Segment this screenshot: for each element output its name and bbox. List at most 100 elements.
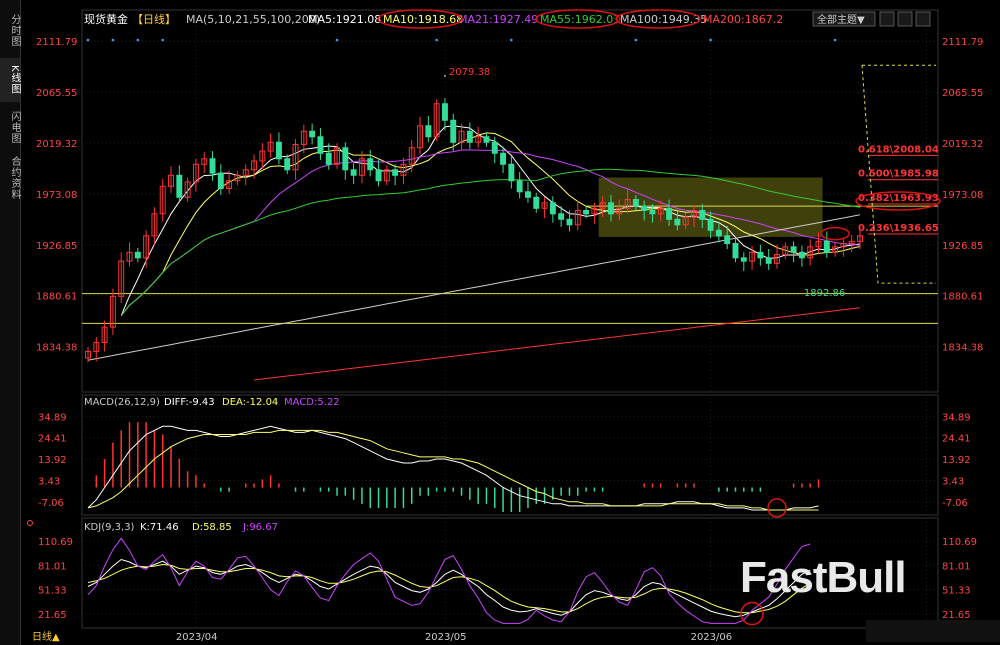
candle-body [790, 246, 797, 253]
candle-body [342, 147, 349, 171]
candle-body [217, 172, 224, 189]
macd-dea: DEA:-12.04 [222, 397, 278, 408]
date-tick: 2023/06 [691, 632, 733, 643]
candle-body [392, 169, 399, 176]
candle-body [466, 130, 473, 143]
signal-dot [136, 38, 140, 42]
candle-body [608, 202, 614, 215]
candle-body [566, 218, 573, 226]
signal-dot [709, 38, 712, 42]
macd-tick-left: 24.41 [38, 434, 67, 445]
ma-label: MA(5,10,21,55,100,200) [186, 13, 320, 26]
price-tick-right: 1880.61 [942, 292, 983, 303]
candle-body [317, 136, 324, 154]
kdj-tick-right: 81.01 [942, 561, 971, 572]
candle-body [641, 205, 648, 212]
maximize-button[interactable] [897, 11, 913, 27]
candle-body [583, 210, 590, 215]
high-label: 2079.38 [449, 67, 490, 78]
date-tick: 2023/05 [425, 632, 467, 643]
price-highlight [820, 226, 850, 241]
macd-tick-right: 34.89 [942, 412, 971, 423]
kdj-tick-left: 51.33 [38, 586, 67, 597]
ma10-value: MA10:1918.68 [383, 13, 463, 26]
price-tick-left: 1973.08 [36, 190, 77, 201]
kdj-tick-right: 51.33 [942, 586, 971, 597]
price-tick-right: 2111.79 [942, 37, 983, 48]
signal-dot [833, 38, 837, 42]
candle-body [176, 174, 183, 198]
kdj-d: D:58.85 [192, 522, 232, 533]
price-tick-left: 1926.85 [36, 241, 77, 252]
ma5-value: MA5:1921.08 [308, 13, 381, 26]
price-tick-left: 2019.32 [36, 139, 77, 150]
theme-button-label: 全部主题▼ [817, 13, 865, 26]
fib-label: 0.236\1936.65 [858, 223, 939, 234]
period-switch[interactable]: 日线▲ [32, 630, 60, 643]
candle-body [632, 198, 639, 207]
candle-body [350, 169, 357, 176]
kdj-label: KDJ(9,3,3) [84, 522, 135, 533]
ma21-value: MA21:1927.49 [458, 13, 538, 26]
candle-body [425, 125, 432, 138]
watermark-logo: FastBull [740, 553, 907, 602]
candle-body [516, 180, 523, 193]
candle-body [699, 210, 706, 220]
macd-tick-right: 13.92 [942, 455, 971, 466]
candle-body [765, 257, 772, 264]
candle-body [549, 202, 556, 215]
chart-canvas[interactable]: 2111.79 2111.79 2065.55 2065.55 2019.32 2019.… [0, 0, 1000, 645]
price-tick-left: 2111.79 [36, 37, 77, 48]
candle-body [666, 207, 673, 220]
signal-dot [161, 38, 165, 42]
kdj-tick-right: 110.69 [942, 537, 977, 548]
candle-body [483, 136, 490, 143]
kdj-highlight [740, 601, 764, 626]
macd-tick-left: -7.06 [38, 498, 64, 509]
signal-dot [634, 38, 638, 42]
price-tick-right: 1926.85 [942, 241, 983, 252]
price-tick-right: 1973.08 [942, 190, 983, 201]
price-tick-left: 2065.55 [36, 88, 77, 99]
macd-tick-left: 34.89 [38, 412, 67, 423]
candle-body [508, 163, 515, 182]
period-label: 【日线】 [132, 12, 176, 26]
candle-body [309, 130, 316, 138]
price-tick-right: 1834.38 [942, 343, 983, 354]
macd-tick-right: -7.06 [942, 498, 968, 509]
candle-body [740, 257, 747, 262]
minimize-button[interactable] [879, 11, 895, 27]
kdj-indicator-dot [27, 520, 33, 526]
candle-body [715, 229, 722, 237]
candle-body [757, 251, 764, 259]
macd-tick-left: 3.43 [38, 477, 60, 488]
signal-dot [435, 38, 438, 42]
macd-panel-frame [81, 394, 939, 516]
price-tick-left: 1834.38 [36, 343, 77, 354]
candle-body [450, 119, 457, 143]
candle-body [674, 218, 681, 226]
signal-dot [111, 38, 115, 42]
macd-highlight [767, 498, 787, 518]
price-tick-right: 2019.32 [942, 139, 983, 150]
candle-body [500, 152, 507, 165]
ma200-value: MA200:1867.2 [703, 13, 783, 26]
candle-body [823, 240, 830, 253]
grid-lines [82, 10, 938, 628]
candle-body [724, 235, 731, 245]
candle-body [325, 152, 332, 165]
kdj-tick-left: 81.01 [38, 561, 67, 572]
macd-label: MACD(26,12,9) [84, 397, 160, 408]
kdj-tick-left: 21.65 [38, 610, 67, 621]
ma55-value: MA55:1962.01 [540, 13, 620, 26]
macd-diff-line [87, 425, 819, 511]
close-button[interactable] [915, 11, 931, 27]
low-label: 1892.86 [804, 288, 845, 299]
candle-body [209, 158, 216, 174]
kdj-series [27, 520, 811, 626]
symbol-title: 现货黄金 [84, 12, 128, 26]
price-tick-right: 2065.55 [942, 88, 983, 99]
price-tick-left: 1880.61 [36, 292, 77, 303]
candle-body [284, 158, 291, 171]
macd-series [87, 422, 820, 518]
